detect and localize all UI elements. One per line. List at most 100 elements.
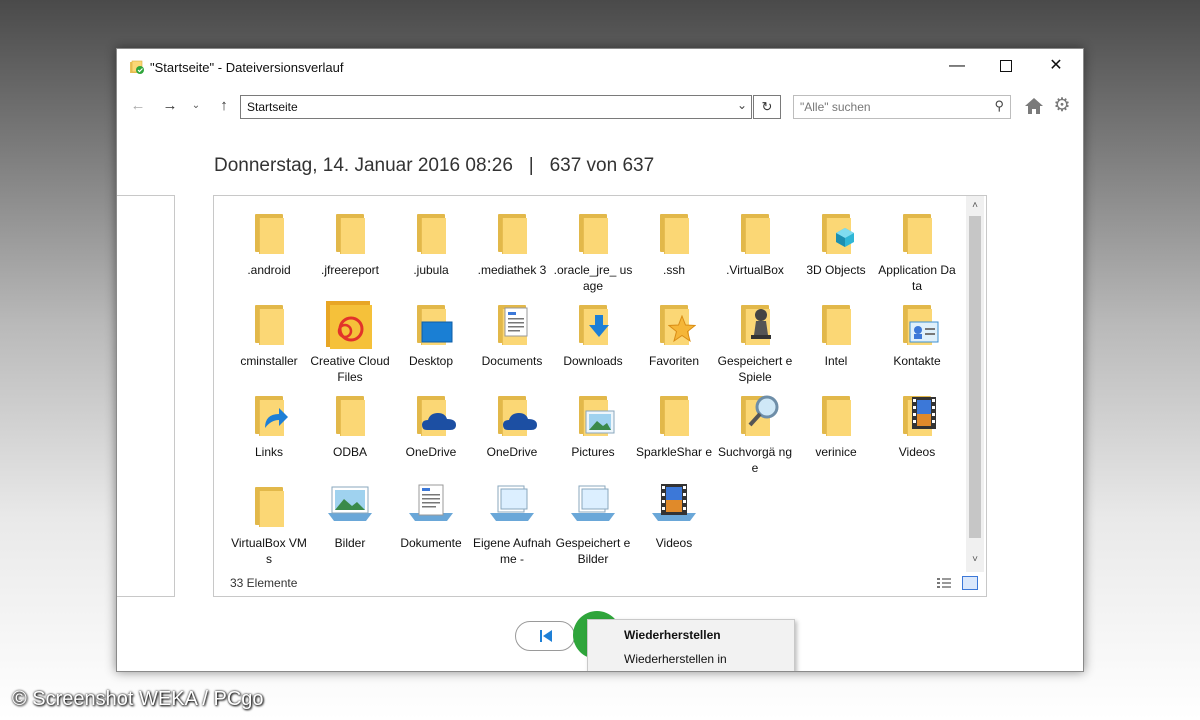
folder-onedrive-icon <box>492 392 537 440</box>
forward-arrow-icon[interactable]: → <box>161 97 179 115</box>
grid-item[interactable]: Application Data <box>877 204 957 294</box>
menu-item-restore[interactable]: Wiederherstellen <box>624 628 721 642</box>
search-input[interactable]: "Alle" suchen ⚲ <box>793 95 1011 119</box>
grid-item-label: Documents <box>481 354 543 368</box>
grid-item[interactable]: ODBA <box>310 386 390 476</box>
grid-item[interactable]: Gespeichert e Spiele <box>715 295 795 385</box>
grid-item[interactable]: Dokumente <box>391 477 471 567</box>
vertical-scrollbar[interactable]: ˄ ˅ <box>966 196 984 572</box>
grid-item[interactable]: .oracle_jre_ usage <box>553 204 633 294</box>
grid-item[interactable]: Bilder <box>310 477 390 567</box>
snapshot-position: 637 von 637 <box>549 155 655 176</box>
header-separator: | <box>528 155 534 176</box>
home-icon[interactable] <box>1023 96 1045 116</box>
library-recordings-icon <box>488 483 536 531</box>
folder-icon <box>816 392 856 440</box>
minimize-button[interactable]: — <box>934 49 980 83</box>
library-videos-icon <box>650 483 698 531</box>
folder-icon <box>411 210 451 258</box>
grid-item-label: Gespeichert e Bilder <box>555 536 631 566</box>
grid-item-label: Favoriten <box>648 354 700 368</box>
folder-icon <box>735 210 775 258</box>
folder-icon <box>249 210 289 258</box>
folder-3d-objects-icon <box>816 210 856 258</box>
grid-item[interactable]: .mediathek 3 <box>472 204 552 294</box>
grid-item[interactable]: 3D Objects <box>796 204 876 294</box>
grid-item[interactable]: Pictures <box>553 386 633 476</box>
grid-item-label: Dokumente <box>400 536 462 550</box>
back-arrow-icon[interactable]: ← <box>129 97 147 115</box>
grid-item[interactable]: .ssh <box>634 204 714 294</box>
folder-icon <box>249 301 289 349</box>
up-arrow-icon[interactable]: ↑ <box>215 97 233 115</box>
close-button[interactable]: ✕ <box>1033 49 1079 83</box>
grid-item-label: .jubula <box>413 263 449 277</box>
grid-item[interactable]: Desktop <box>391 295 471 385</box>
grid-item[interactable]: Gespeichert e Bilder <box>553 477 633 567</box>
grid-item[interactable]: .jubula <box>391 204 471 294</box>
details-view-icon[interactable] <box>936 576 952 590</box>
grid-item[interactable]: .jfreereport <box>310 204 390 294</box>
grid-item[interactable]: Creative Cloud Files <box>310 295 390 385</box>
grid-item[interactable]: Documents <box>472 295 552 385</box>
file-history-window: "Startseite" - Dateiversionsverlauf — ✕ … <box>116 48 1084 672</box>
grid-item-label: .VirtualBox <box>726 263 784 277</box>
restore-context-menu: Wiederherstellen Wiederherstellen in <box>587 619 795 671</box>
address-dropdown-icon[interactable]: ⌄ <box>737 98 747 112</box>
grid-item-label: Creative Cloud Files <box>310 354 390 384</box>
folder-desktop-icon <box>411 301 453 349</box>
library-saved-pictures-icon <box>569 483 617 531</box>
folder-favorites-icon <box>654 301 696 349</box>
grid-item[interactable]: OneDrive <box>472 386 552 476</box>
grid-item[interactable]: cminstaller <box>229 295 309 385</box>
title-bar: "Startseite" - Dateiversionsverlauf — ✕ <box>117 49 1083 85</box>
search-icon: ⚲ <box>994 98 1004 113</box>
grid-item[interactable]: Kontakte <box>877 295 957 385</box>
previous-version-button[interactable] <box>515 621 575 651</box>
grid-item[interactable]: VirtualBox VMs <box>229 477 309 567</box>
folder-icon <box>249 483 289 531</box>
grid-item-label: VirtualBox VMs <box>231 536 307 566</box>
grid-item[interactable]: OneDrive <box>391 386 471 476</box>
grid-item-label: Bilder <box>334 536 366 550</box>
grid-item-label: Suchvorgä nge <box>717 445 793 475</box>
creative-cloud-folder-icon <box>326 301 372 349</box>
grid-item[interactable]: Eigene Aufnahme - <box>472 477 552 567</box>
grid-item[interactable]: .android <box>229 204 309 294</box>
grid-item[interactable]: Downloads <box>553 295 633 385</box>
grid-item[interactable]: Intel <box>796 295 876 385</box>
grid-item[interactable]: Suchvorgä nge <box>715 386 795 476</box>
recent-locations-chevron-icon[interactable]: ⌄ <box>187 97 205 115</box>
grid-item-label: Kontakte <box>893 354 941 368</box>
grid-item-label: OneDrive <box>405 445 457 459</box>
grid-item[interactable]: Videos <box>634 477 714 567</box>
refresh-button[interactable]: ↻ <box>753 95 781 119</box>
scroll-up-icon[interactable]: ˄ <box>966 198 984 214</box>
grid-item[interactable]: Favoriten <box>634 295 714 385</box>
folder-saved-games-icon <box>735 301 775 349</box>
folder-icon <box>573 210 613 258</box>
maximize-icon <box>1000 59 1012 72</box>
grid-item-label: cminstaller <box>240 354 298 368</box>
scroll-down-icon[interactable]: ˅ <box>966 552 984 568</box>
gear-icon[interactable]: ⚙ <box>1051 95 1073 117</box>
item-count: 33 Elemente <box>230 576 298 590</box>
address-bar[interactable]: Startseite ⌄ <box>240 95 752 119</box>
grid-item-label: .jfreereport <box>320 263 380 277</box>
menu-item-restore-to[interactable]: Wiederherstellen in <box>624 652 727 666</box>
grid-item[interactable]: SparkleShar e <box>634 386 714 476</box>
grid-item[interactable]: .VirtualBox <box>715 204 795 294</box>
folder-icon <box>897 210 937 258</box>
scroll-thumb[interactable] <box>969 216 981 538</box>
previous-snapshot-panel[interactable] <box>117 195 175 597</box>
grid-item[interactable]: Videos <box>877 386 957 476</box>
folder-contacts-icon <box>897 301 939 349</box>
grid-item-label: Downloads <box>563 354 623 368</box>
grid-item-label: .mediathek 3 <box>477 263 547 277</box>
large-icons-view-icon[interactable] <box>962 576 978 590</box>
file-history-app-icon <box>130 60 144 74</box>
maximize-button[interactable] <box>983 49 1029 83</box>
folder-pictures-icon <box>573 392 615 440</box>
grid-item[interactable]: verinice <box>796 386 876 476</box>
grid-item[interactable]: Links <box>229 386 309 476</box>
